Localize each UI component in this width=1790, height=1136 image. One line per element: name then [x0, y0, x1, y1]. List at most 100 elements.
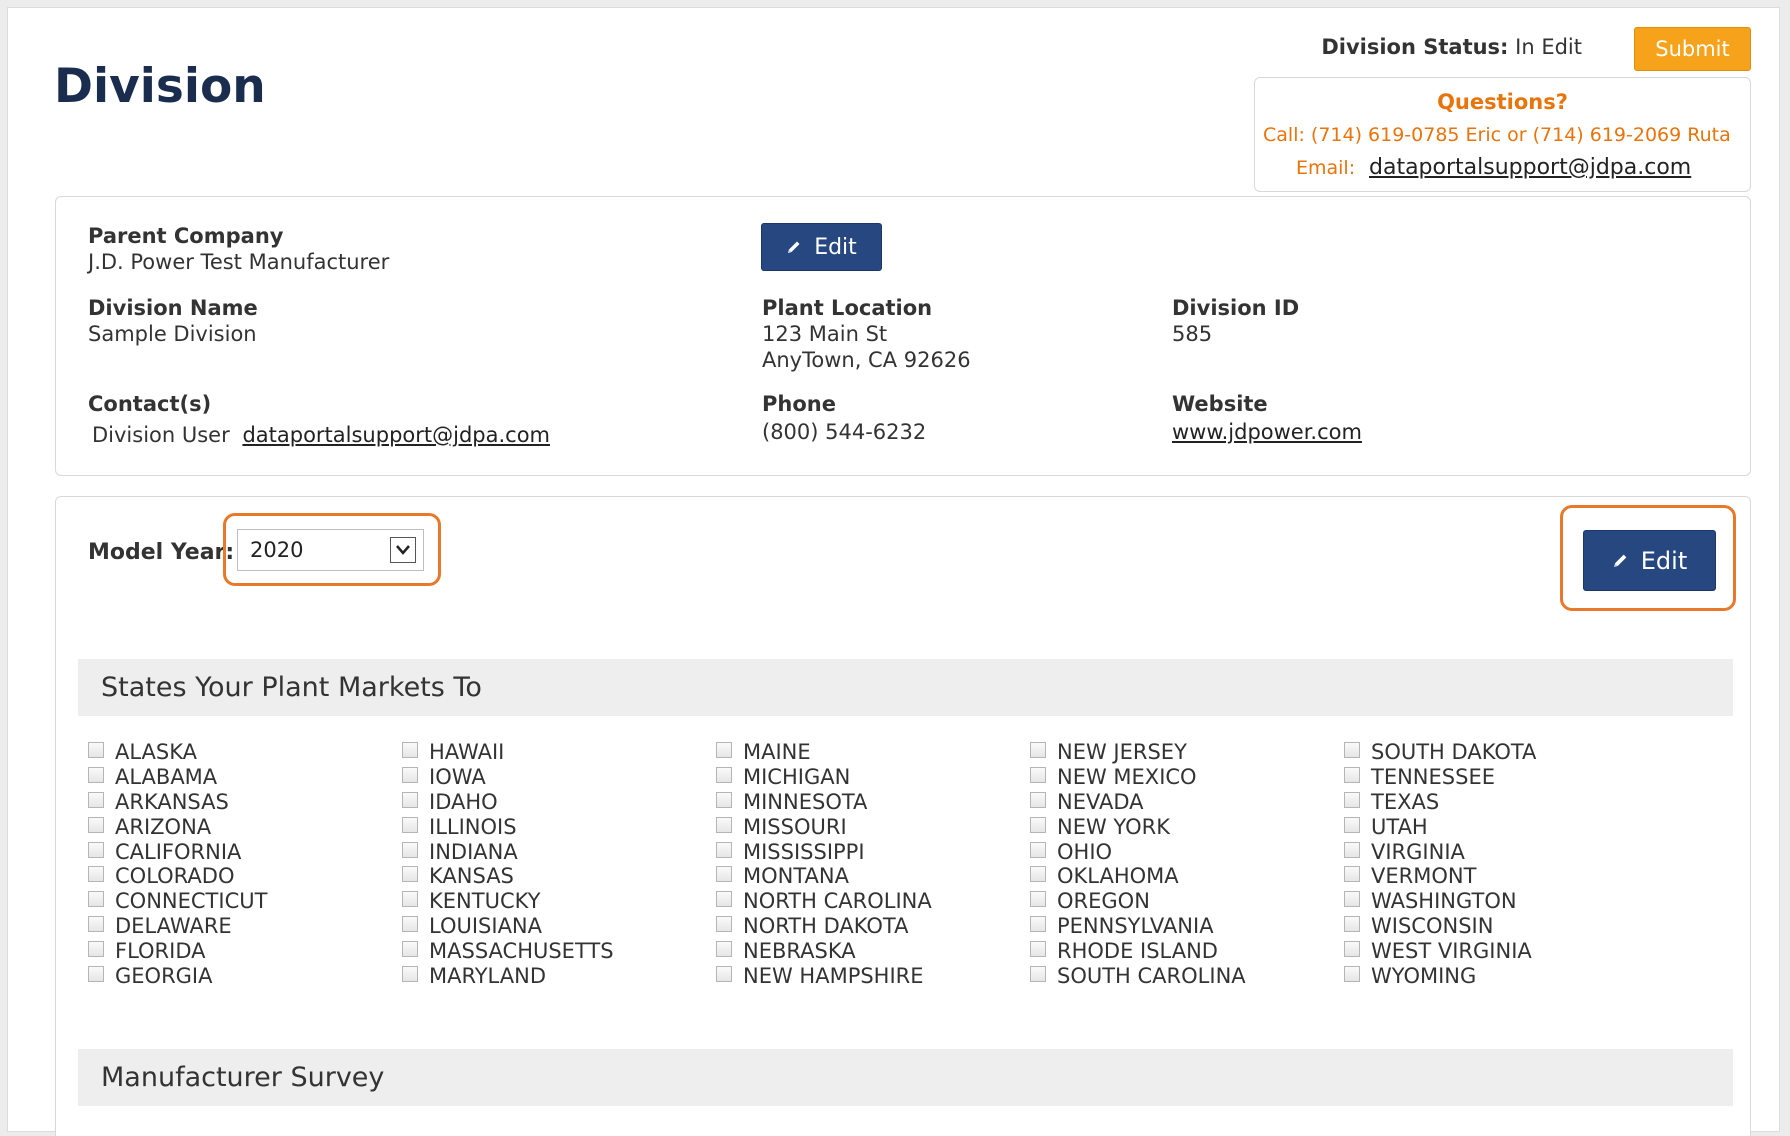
state-checkbox[interactable] [88, 742, 104, 759]
state-checkbox[interactable] [716, 841, 732, 858]
state-checkbox[interactable] [716, 866, 732, 883]
model-year-edit-button[interactable]: Edit [1583, 530, 1716, 591]
state-checkbox-item[interactable]: MARYLAND [402, 963, 614, 988]
state-checkbox-item[interactable]: NEW MEXICO [1030, 765, 1246, 790]
chevron-down-icon[interactable] [390, 537, 416, 563]
state-checkbox-item[interactable]: SOUTH CAROLINA [1030, 963, 1246, 988]
state-checkbox[interactable] [716, 767, 732, 784]
state-checkbox[interactable] [402, 742, 418, 759]
state-checkbox[interactable] [716, 965, 732, 982]
state-checkbox-item[interactable]: MISSISSIPPI [716, 839, 932, 864]
state-checkbox-item[interactable]: SOUTH DAKOTA [1344, 740, 1536, 765]
state-checkbox[interactable] [1344, 940, 1360, 957]
state-checkbox-item[interactable]: UTAH [1344, 814, 1536, 839]
state-checkbox-item[interactable]: WASHINGTON [1344, 889, 1536, 914]
state-checkbox-item[interactable]: ARKANSAS [88, 790, 267, 815]
state-checkbox-item[interactable]: MONTANA [716, 864, 932, 889]
state-checkbox-item[interactable]: MISSOURI [716, 814, 932, 839]
state-checkbox[interactable] [1344, 915, 1360, 932]
state-checkbox[interactable] [1030, 816, 1046, 833]
state-checkbox[interactable] [1344, 965, 1360, 982]
contact-email-link[interactable]: dataportalsupport@jdpa.com [242, 423, 550, 447]
website-link[interactable]: www.jdpower.com [1172, 419, 1362, 445]
state-checkbox-item[interactable]: KENTUCKY [402, 889, 614, 914]
state-checkbox-item[interactable]: FLORIDA [88, 938, 267, 963]
state-checkbox[interactable] [88, 891, 104, 908]
state-checkbox-item[interactable]: TEXAS [1344, 790, 1536, 815]
state-checkbox-item[interactable]: CALIFORNIA [88, 839, 267, 864]
state-checkbox-item[interactable]: NEVADA [1030, 790, 1246, 815]
state-checkbox-item[interactable]: MASSACHUSETTS [402, 938, 614, 963]
state-checkbox[interactable] [1344, 767, 1360, 784]
submit-button[interactable]: Submit [1634, 27, 1751, 71]
state-checkbox-item[interactable]: NEW JERSEY [1030, 740, 1246, 765]
state-checkbox[interactable] [402, 791, 418, 808]
state-checkbox[interactable] [1344, 891, 1360, 908]
state-checkbox[interactable] [88, 866, 104, 883]
state-checkbox-item[interactable]: IDAHO [402, 790, 614, 815]
state-checkbox-item[interactable]: NEW HAMPSHIRE [716, 963, 932, 988]
state-checkbox[interactable] [88, 940, 104, 957]
state-checkbox-item[interactable]: WEST VIRGINIA [1344, 938, 1536, 963]
state-checkbox[interactable] [716, 891, 732, 908]
state-checkbox[interactable] [88, 816, 104, 833]
state-checkbox[interactable] [402, 841, 418, 858]
state-checkbox-item[interactable]: OHIO [1030, 839, 1246, 864]
state-checkbox-item[interactable]: ALASKA [88, 740, 267, 765]
state-checkbox-item[interactable]: OKLAHOMA [1030, 864, 1246, 889]
model-year-select[interactable]: 2020 [237, 529, 424, 571]
state-checkbox[interactable] [1344, 866, 1360, 883]
state-checkbox-item[interactable]: GEORGIA [88, 963, 267, 988]
state-checkbox[interactable] [402, 965, 418, 982]
state-checkbox-item[interactable]: TENNESSEE [1344, 765, 1536, 790]
state-checkbox[interactable] [402, 816, 418, 833]
state-checkbox-item[interactable]: NORTH CAROLINA [716, 889, 932, 914]
state-checkbox-item[interactable]: NORTH DAKOTA [716, 914, 932, 939]
state-checkbox[interactable] [716, 915, 732, 932]
state-checkbox[interactable] [88, 791, 104, 808]
state-checkbox-item[interactable]: COLORADO [88, 864, 267, 889]
state-checkbox-item[interactable]: WISCONSIN [1344, 914, 1536, 939]
state-checkbox-item[interactable]: MAINE [716, 740, 932, 765]
division-edit-button[interactable]: Edit [761, 223, 882, 271]
state-checkbox[interactable] [1344, 742, 1360, 759]
state-checkbox[interactable] [88, 965, 104, 982]
state-checkbox-item[interactable]: VERMONT [1344, 864, 1536, 889]
state-checkbox[interactable] [1030, 767, 1046, 784]
state-checkbox-item[interactable]: NEBRASKA [716, 938, 932, 963]
state-checkbox-item[interactable]: KANSAS [402, 864, 614, 889]
state-checkbox-item[interactable]: VIRGINIA [1344, 839, 1536, 864]
state-checkbox[interactable] [88, 841, 104, 858]
state-checkbox-item[interactable]: RHODE ISLAND [1030, 938, 1246, 963]
state-checkbox[interactable] [1030, 915, 1046, 932]
state-checkbox[interactable] [1030, 841, 1046, 858]
state-checkbox[interactable] [402, 940, 418, 957]
state-checkbox[interactable] [1030, 742, 1046, 759]
state-checkbox[interactable] [88, 767, 104, 784]
state-checkbox[interactable] [1030, 891, 1046, 908]
questions-email-link[interactable]: dataportalsupport@jdpa.com [1369, 155, 1691, 180]
state-checkbox-item[interactable]: NEW YORK [1030, 814, 1246, 839]
state-checkbox[interactable] [1344, 816, 1360, 833]
state-checkbox[interactable] [402, 866, 418, 883]
state-checkbox-item[interactable]: MICHIGAN [716, 765, 932, 790]
state-checkbox-item[interactable]: HAWAII [402, 740, 614, 765]
state-checkbox-item[interactable]: DELAWARE [88, 914, 267, 939]
state-checkbox[interactable] [716, 742, 732, 759]
state-checkbox[interactable] [716, 791, 732, 808]
state-checkbox-item[interactable]: PENNSYLVANIA [1030, 914, 1246, 939]
state-checkbox-item[interactable]: ALABAMA [88, 765, 267, 790]
state-checkbox[interactable] [1344, 791, 1360, 808]
state-checkbox-item[interactable]: ILLINOIS [402, 814, 614, 839]
state-checkbox-item[interactable]: ARIZONA [88, 814, 267, 839]
state-checkbox-item[interactable]: OREGON [1030, 889, 1246, 914]
state-checkbox-item[interactable]: MINNESOTA [716, 790, 932, 815]
state-checkbox-item[interactable]: WYOMING [1344, 963, 1536, 988]
state-checkbox[interactable] [716, 816, 732, 833]
state-checkbox-item[interactable]: IOWA [402, 765, 614, 790]
state-checkbox[interactable] [1030, 866, 1046, 883]
state-checkbox-item[interactable]: CONNECTICUT [88, 889, 267, 914]
state-checkbox[interactable] [1030, 791, 1046, 808]
state-checkbox[interactable] [1030, 940, 1046, 957]
state-checkbox[interactable] [1030, 965, 1046, 982]
